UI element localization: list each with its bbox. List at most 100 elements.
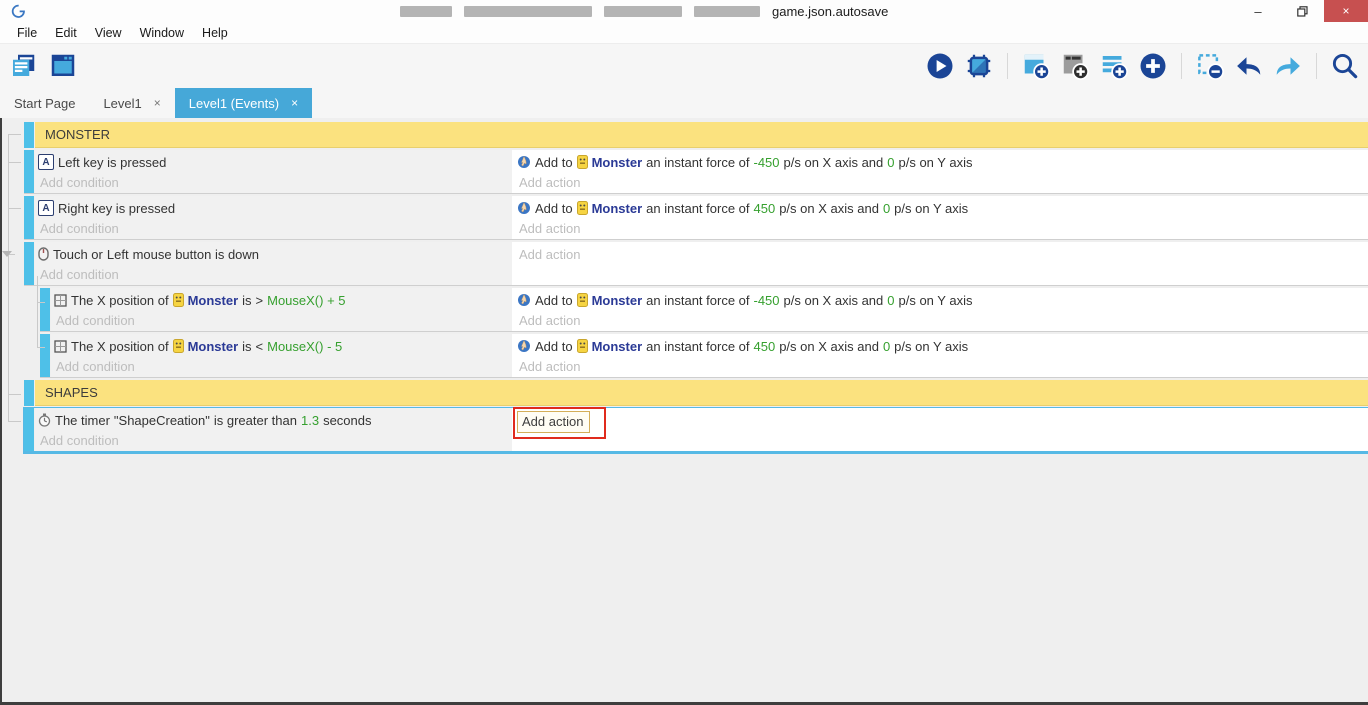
event-text-segment: 450	[753, 200, 776, 216]
condition[interactable]: Touch or Left mouse button is down	[38, 244, 512, 264]
add-subevent-icon[interactable]	[1060, 51, 1090, 81]
redo-icon[interactable]	[1273, 51, 1303, 81]
event-text-segment: p/s on Y axis	[898, 154, 973, 170]
conditions-cell[interactable]: The X position of Monster is < MouseX() …	[51, 334, 512, 377]
condition[interactable]: The X position of Monster is < MouseX() …	[54, 336, 512, 356]
section-title: SHAPES	[35, 380, 1368, 406]
event-text-segment: The X position of	[71, 292, 169, 308]
menu-file[interactable]: File	[8, 22, 46, 44]
event-row[interactable]: The X position of Monster is > MouseX() …	[40, 288, 1368, 332]
search-icon[interactable]	[1330, 51, 1360, 81]
event-text-segment: Left	[106, 246, 129, 262]
event-text-segment: Monster	[187, 338, 239, 354]
actions-cell[interactable]: Add to Monster an instant force of -450 …	[512, 150, 1368, 193]
close-button[interactable]: ×	[1324, 0, 1368, 22]
project-manager-icon[interactable]	[8, 51, 38, 81]
menu-help[interactable]: Help	[193, 22, 237, 44]
conditions-cell[interactable]: Touch or Left mouse button is down Add co…	[35, 242, 512, 285]
event-text-segment: p/s on X axis and	[783, 154, 884, 170]
event-text-segment: Right key is pressed	[58, 200, 176, 216]
event-text-segment: p/s on X axis and	[783, 292, 884, 308]
event-text-segment: p/s on Y axis	[894, 338, 969, 354]
minimize-button[interactable]: –	[1236, 0, 1280, 22]
title-bar: game.json.autosave – ×	[0, 0, 1368, 22]
add-condition-button[interactable]: Add condition	[38, 264, 512, 284]
actions-cell[interactable]: Add action	[512, 407, 1368, 451]
scene-editor-icon[interactable]	[48, 51, 78, 81]
condition[interactable]: A Left key is pressed	[38, 152, 512, 172]
condition[interactable]: The timer "ShapeCreation" is greater tha…	[38, 410, 512, 430]
event-text-segment: is greater than	[213, 412, 297, 428]
event-text-segment: is	[242, 292, 252, 308]
event-row[interactable]: A Right key is pressed Add condition Add t…	[24, 196, 1368, 240]
toolbar-separator	[1007, 53, 1008, 79]
deselect-icon[interactable]	[1195, 51, 1225, 81]
undo-icon[interactable]	[1234, 51, 1264, 81]
add-condition-button[interactable]: Add condition	[54, 356, 512, 376]
event-text-segment: MouseX() - 5	[267, 338, 343, 354]
event-text-segment: Add to	[535, 338, 573, 354]
condition[interactable]: The X position of Monster is > MouseX() …	[54, 290, 512, 310]
event-text-segment: Left key is pressed	[58, 154, 167, 170]
event-text-segment: -450	[753, 154, 780, 170]
tab-start-page[interactable]: Start Page	[0, 88, 89, 118]
menu-edit[interactable]: Edit	[46, 22, 86, 44]
conditions-cell[interactable]: The timer "ShapeCreation" is greater tha…	[35, 408, 512, 451]
add-circle-icon[interactable]	[1138, 51, 1168, 81]
add-action-button[interactable]: Add action	[517, 310, 1368, 330]
add-action-button[interactable]: Add action	[517, 411, 591, 433]
add-comment-icon[interactable]	[1099, 51, 1129, 81]
keyboard-icon: A	[38, 200, 54, 216]
event-text-segment: The X position of	[71, 338, 169, 354]
restore-button[interactable]	[1280, 0, 1324, 22]
menu-view[interactable]: View	[86, 22, 131, 44]
event-row[interactable]: A Left key is pressed Add condition Add to…	[24, 150, 1368, 194]
tab-level1-events[interactable]: Level1 (Events) ×	[174, 88, 313, 118]
add-action-button[interactable]: Add action	[517, 244, 1368, 264]
event-text-segment: an instant force of	[646, 338, 750, 354]
event-row[interactable]: Touch or Left mouse button is down Add co…	[24, 242, 1368, 286]
position-icon	[54, 339, 67, 353]
add-action-button[interactable]: Add action	[517, 218, 1368, 238]
event-text-segment: Touch or	[53, 246, 103, 262]
actions-cell[interactable]: Add to Monster an instant force of 450 p…	[512, 196, 1368, 239]
add-action-button[interactable]: Add action	[517, 356, 1368, 376]
actions-cell[interactable]: Add to Monster an instant force of -450 …	[512, 288, 1368, 331]
event-text-segment: 0	[887, 154, 895, 170]
action[interactable]: Add to Monster an instant force of 450 p…	[517, 198, 1368, 218]
action[interactable]: Add to Monster an instant force of -450 …	[517, 290, 1368, 310]
add-condition-button[interactable]: Add condition	[38, 172, 512, 192]
events-sheet: MONSTER A Left key is pressed Add conditio…	[0, 118, 1368, 705]
add-event-icon[interactable]	[1021, 51, 1051, 81]
conditions-cell[interactable]: A Right key is pressed Add condition	[35, 196, 512, 239]
menu-window[interactable]: Window	[131, 22, 193, 44]
actions-cell[interactable]: Add action	[512, 242, 1368, 285]
event-bar	[40, 334, 50, 377]
actions-cell[interactable]: Add to Monster an instant force of 450 p…	[512, 334, 1368, 377]
action[interactable]: Add to Monster an instant force of -450 …	[517, 152, 1368, 172]
add-condition-button[interactable]: Add condition	[38, 218, 512, 238]
add-action-button[interactable]: Add action	[517, 172, 1368, 192]
conditions-cell[interactable]: The X position of Monster is > MouseX() …	[51, 288, 512, 331]
section-header[interactable]: SHAPES	[24, 380, 1368, 406]
section-title: MONSTER	[35, 122, 1368, 148]
close-tab-icon[interactable]: ×	[154, 96, 161, 110]
event-row[interactable]: The X position of Monster is < MouseX() …	[40, 334, 1368, 378]
play-icon[interactable]	[925, 51, 955, 81]
event-text-segment: an instant force of	[646, 200, 750, 216]
event-text-segment: an instant force of	[646, 154, 750, 170]
tab-level1[interactable]: Level1 ×	[89, 88, 174, 118]
event-row[interactable]: The timer "ShapeCreation" is greater tha…	[24, 407, 1368, 453]
force-icon	[517, 201, 531, 215]
event-group-bar	[24, 380, 34, 406]
section-header[interactable]: MONSTER	[24, 122, 1368, 148]
debug-icon[interactable]	[964, 51, 994, 81]
add-condition-button[interactable]: Add condition	[38, 430, 512, 450]
event-text-segment: Monster	[591, 200, 643, 216]
conditions-cell[interactable]: A Left key is pressed Add condition	[35, 150, 512, 193]
action[interactable]: Add to Monster an instant force of 450 p…	[517, 336, 1368, 356]
condition[interactable]: A Right key is pressed	[38, 198, 512, 218]
add-condition-button[interactable]: Add condition	[54, 310, 512, 330]
close-tab-icon[interactable]: ×	[291, 96, 298, 110]
keyboard-icon: A	[38, 154, 54, 170]
